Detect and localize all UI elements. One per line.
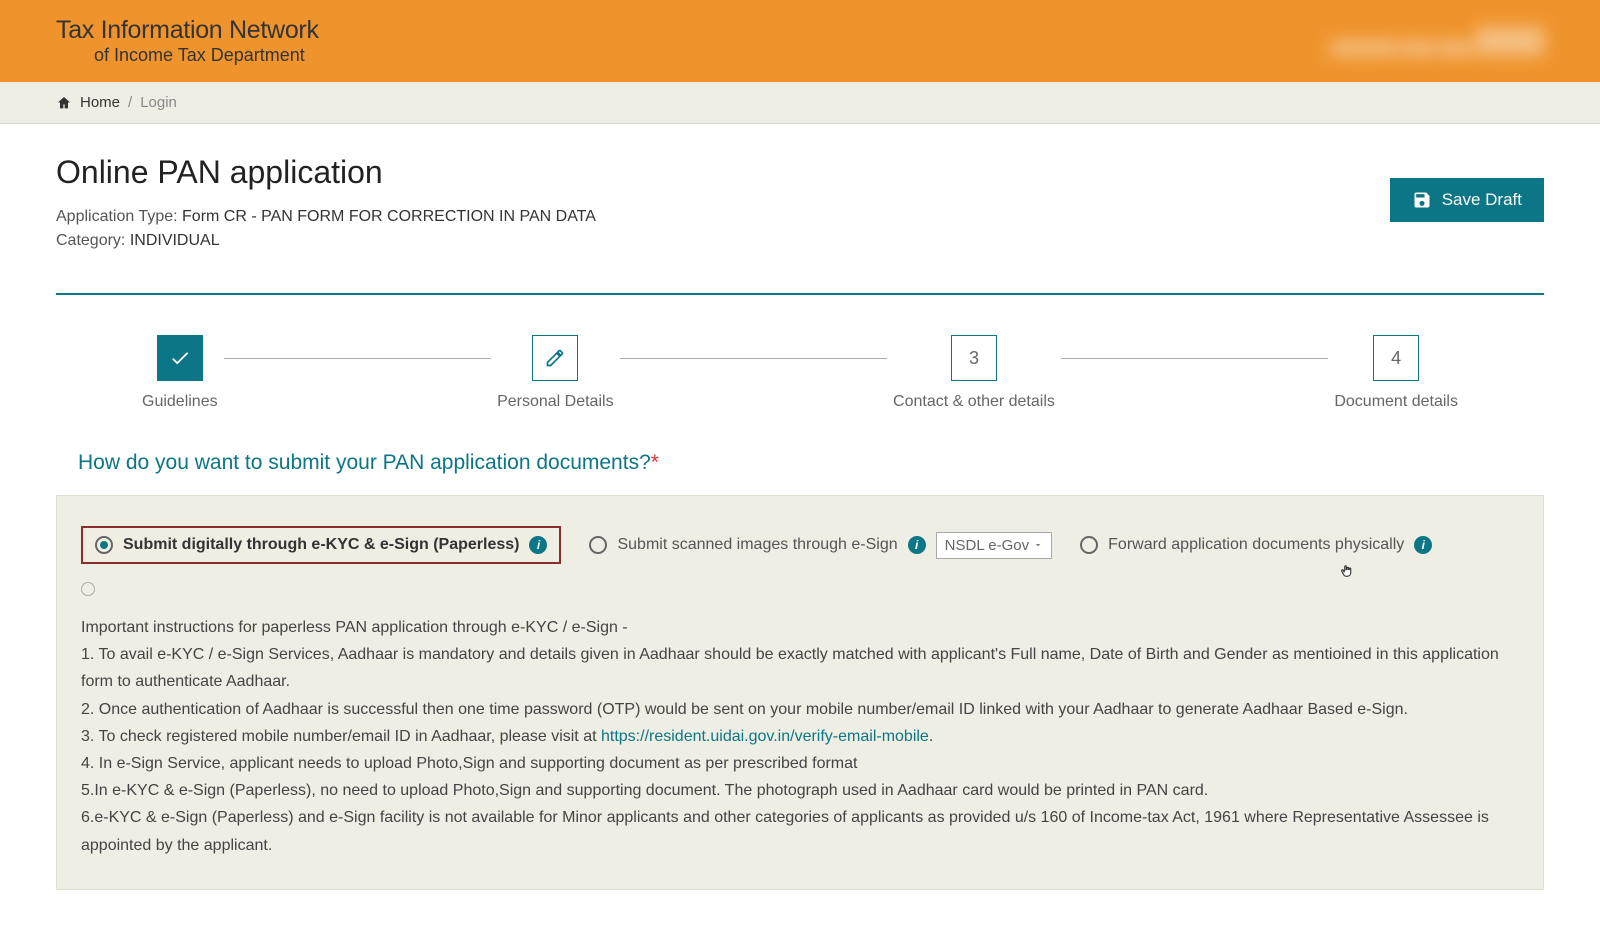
radio-icon [589, 536, 607, 554]
step-number-3: 3 [951, 335, 997, 381]
instructions: Important instructions for paperless PAN… [81, 614, 1519, 859]
question-text: How do you want to submit your PAN appli… [78, 451, 651, 474]
step-contact-details[interactable]: 3 Contact & other details [887, 335, 1061, 411]
divider [56, 293, 1544, 295]
options-panel: Submit digitally through e-KYC & e-Sign … [56, 495, 1544, 890]
info-icon[interactable]: i [529, 536, 547, 554]
radio-physical[interactable]: Forward application documents physically… [1080, 536, 1432, 554]
instructions-heading: Important instructions for paperless PAN… [81, 614, 1519, 641]
save-draft-label: Save Draft [1442, 190, 1522, 210]
header-user-info: ████████████████ ████ ████ ████████ [1330, 27, 1544, 55]
category: Category: INDIVIDUAL [56, 229, 596, 253]
breadcrumb-login[interactable]: Login [140, 94, 177, 111]
logo: Tax Information Network of Income Tax De… [56, 16, 319, 66]
info-icon[interactable]: i [908, 536, 926, 554]
app-type-value: Form CR - PAN FORM FOR CORRECTION IN PAN… [182, 208, 596, 225]
radio-label-2: Submit scanned images through e-Sign [617, 536, 897, 554]
step-personal-details[interactable]: Personal Details [491, 335, 620, 411]
breadcrumb: Home / Login [0, 82, 1600, 124]
instruction-4: 4. In e-Sign Service, applicant needs to… [81, 750, 1519, 777]
info-icon[interactable]: i [1414, 536, 1432, 554]
radio-icon [1080, 536, 1098, 554]
breadcrumb-home[interactable]: Home [80, 94, 120, 111]
uidai-link[interactable]: https://resident.uidai.gov.in/verify-ema… [601, 728, 929, 745]
home-icon[interactable] [56, 95, 72, 111]
cursor-icon [1338, 560, 1356, 582]
step-label-1: Guidelines [142, 393, 218, 411]
instruction-2: 2. Once authentication of Aadhaar is suc… [81, 696, 1519, 723]
breadcrumb-sep: / [128, 94, 132, 111]
radio-icon [95, 536, 113, 554]
step-label-2: Personal Details [497, 393, 614, 411]
required-asterisk: * [651, 451, 659, 474]
submission-question: How do you want to submit your PAN appli… [78, 451, 1544, 475]
check-icon [157, 335, 203, 381]
app-type: Application Type: Form CR - PAN FORM FOR… [56, 205, 596, 229]
page-title: Online PAN application [56, 154, 596, 191]
stepper: Guidelines Personal Details 3 Contact & … [136, 335, 1464, 411]
instruction-3-prefix: 3. To check registered mobile number/ema… [81, 728, 601, 745]
radio-label-1: Submit digitally through e-KYC & e-Sign … [123, 536, 519, 554]
select-value: NSDL e-Gov [945, 537, 1029, 554]
instruction-3-suffix: . [929, 728, 933, 745]
instruction-1: 1. To avail e-KYC / e-Sign Services, Aad… [81, 641, 1519, 695]
save-draft-button[interactable]: Save Draft [1390, 178, 1544, 222]
save-icon [1412, 190, 1432, 210]
instruction-6: 6.e-KYC & e-Sign (Paperless) and e-Sign … [81, 804, 1519, 858]
instruction-3: 3. To check registered mobile number/ema… [81, 723, 1519, 750]
category-value: INDIVIDUAL [130, 232, 220, 249]
step-label-4: Document details [1334, 393, 1458, 411]
logo-line1: Tax Information Network [56, 16, 319, 45]
step-label-3: Contact & other details [893, 393, 1055, 411]
app-type-label: Application Type: [56, 208, 182, 225]
category-label: Category: [56, 232, 130, 249]
logo-line2: of Income Tax Department [56, 45, 319, 66]
step-document-details[interactable]: 4 Document details [1328, 335, 1464, 411]
radio-ekyc-esign[interactable]: Submit digitally through e-KYC & e-Sign … [81, 526, 561, 564]
step-number-4: 4 [1373, 335, 1419, 381]
esign-provider-select[interactable]: NSDL e-Gov [936, 532, 1052, 559]
radio-empty[interactable] [81, 582, 95, 596]
instruction-5: 5.In e-KYC & e-Sign (Paperless), no need… [81, 777, 1519, 804]
header: Tax Information Network of Income Tax De… [0, 0, 1600, 82]
radio-scanned-esign[interactable]: Submit scanned images through e-Sign i N… [589, 532, 1052, 559]
chevron-down-icon [1033, 540, 1043, 550]
step-guidelines[interactable]: Guidelines [136, 335, 224, 411]
edit-icon [532, 335, 578, 381]
radio-label-3: Forward application documents physically [1108, 536, 1404, 554]
